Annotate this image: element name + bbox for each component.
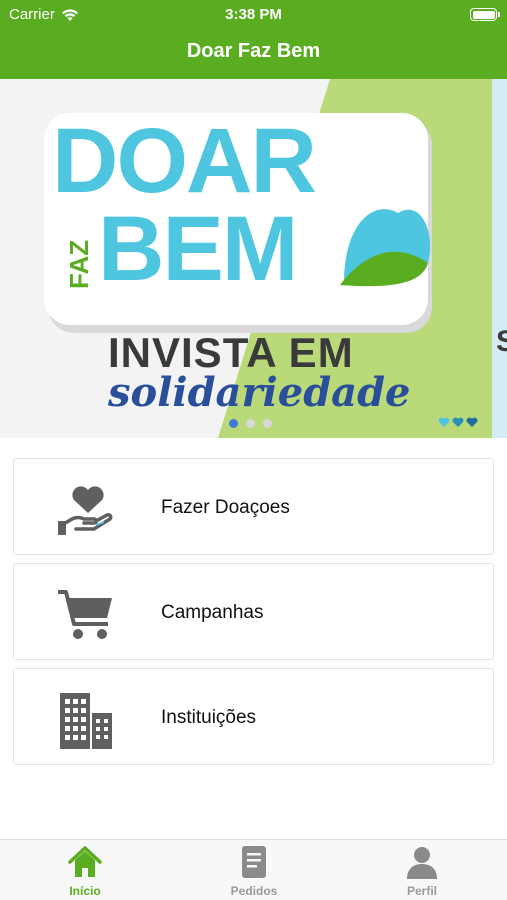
- decorative-hearts: [438, 417, 478, 428]
- tab-label: Pedidos: [230, 884, 278, 898]
- tab-pedidos[interactable]: Pedidos: [194, 844, 314, 898]
- status-bar: Carrier 3:38 PM: [0, 0, 507, 28]
- tab-bar: Início Pedidos Perfil: [0, 839, 507, 900]
- page-dot-2[interactable]: [246, 419, 255, 428]
- heart-icon: [452, 417, 464, 427]
- menu-item-label: Instituições: [161, 707, 257, 728]
- next-slide-letter: S: [496, 325, 507, 358]
- battery-icon: [470, 8, 500, 21]
- donation-hand-heart-icon: [58, 486, 113, 535]
- page-title: Doar Faz Bem: [186, 40, 321, 62]
- status-time: 3:38 PM: [225, 6, 282, 23]
- heart-icon: [466, 417, 478, 427]
- banner-carousel[interactable]: S FAZ DOAR BEM INVISTA EM solidariedade: [0, 79, 507, 438]
- page-indicator[interactable]: [229, 419, 272, 428]
- menu-item-label: Campanhas: [161, 602, 264, 623]
- page-dot-3[interactable]: [263, 419, 272, 428]
- main-menu: Fazer Doaçoes Campanhas Instituições: [13, 458, 494, 773]
- menu-item-label: Fazer Doaçoes: [161, 497, 290, 518]
- buildings-icon: [60, 693, 112, 749]
- tab-label: Início: [69, 884, 101, 898]
- tab-inicio[interactable]: Início: [25, 844, 145, 898]
- menu-item-fazer-doacoes[interactable]: Fazer Doaçoes: [13, 458, 494, 555]
- page-dot-1[interactable]: [229, 419, 238, 428]
- heart-icon: [438, 417, 450, 427]
- document-icon: [242, 846, 266, 878]
- logo-faz-text: FAZ: [64, 240, 94, 289]
- logo-bem-text: BEM: [98, 198, 298, 300]
- menu-item-instituicoes[interactable]: Instituições: [13, 668, 494, 765]
- app-header: Carrier 3:38 PM Doar Faz Bem: [0, 0, 507, 79]
- next-slide-peek: [492, 79, 507, 438]
- banner-tagline-script: solidariedade: [108, 369, 411, 416]
- menu-item-campanhas[interactable]: Campanhas: [13, 563, 494, 660]
- home-icon: [68, 846, 102, 877]
- tab-perfil[interactable]: Perfil: [362, 844, 482, 898]
- tab-label: Perfil: [406, 884, 437, 898]
- person-icon: [407, 847, 437, 879]
- shopping-cart-icon: [58, 590, 112, 639]
